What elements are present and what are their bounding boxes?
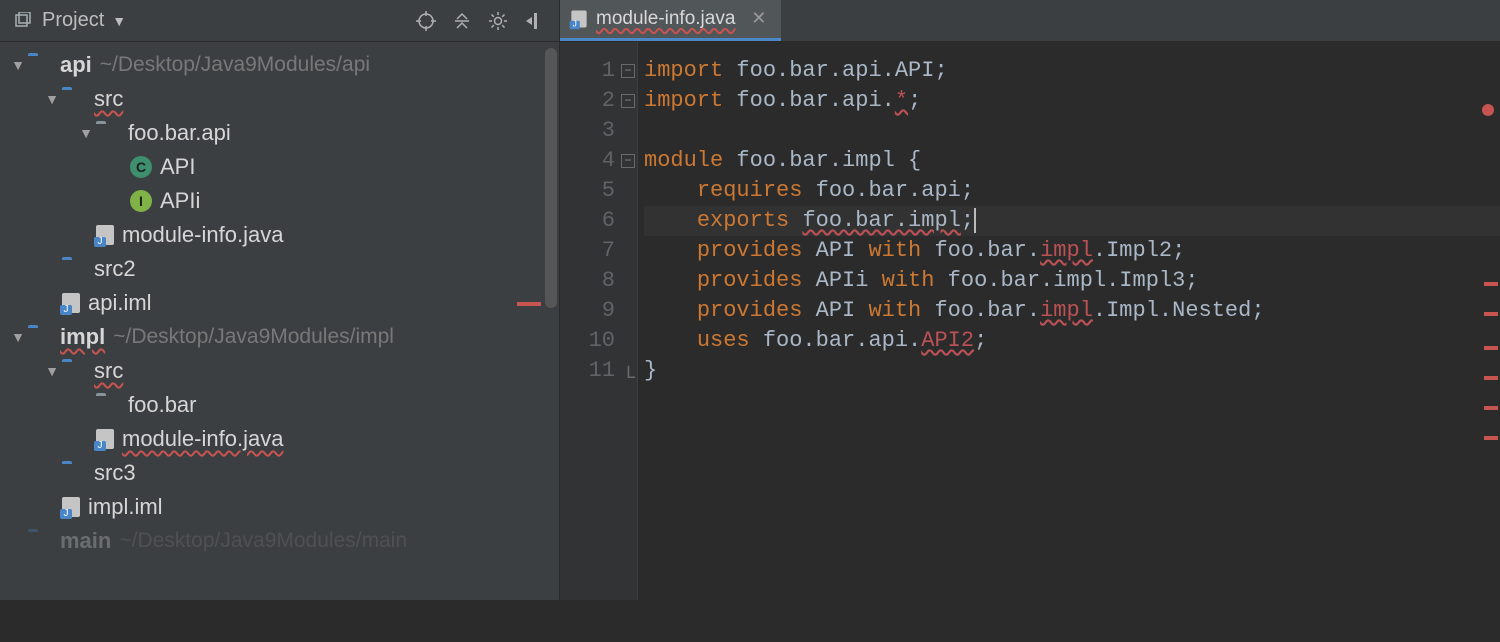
editor-tab-bar: J module-info.java ✕	[560, 0, 1500, 42]
tree-item-module-info-java[interactable]: Jmodule-info.java	[0, 422, 559, 456]
tree-item-src[interactable]: ▼src	[0, 82, 559, 116]
close-tab-icon[interactable]: ✕	[751, 8, 766, 29]
tree-item-apii[interactable]: IAPIi	[0, 184, 559, 218]
tab-label: module-info.java	[596, 8, 735, 30]
editor-tab[interactable]: J module-info.java ✕	[560, 0, 781, 41]
tree-item-src[interactable]: ▼src	[0, 354, 559, 388]
project-tool-window: Project ▼ ▼api~/Desktop/Java9Modules/api…	[0, 0, 560, 600]
chevron-down-icon[interactable]: ▼	[112, 13, 126, 29]
error-stripe-mark[interactable]	[1484, 436, 1498, 440]
project-header: Project ▼	[0, 0, 559, 42]
code-area[interactable]: import foo.bar.api.API;import foo.bar.ap…	[638, 42, 1500, 600]
tree-item-main[interactable]: main~/Desktop/Java9Modules/main	[0, 524, 559, 558]
tree-item-api[interactable]: ▼api~/Desktop/Java9Modules/api	[0, 48, 559, 82]
tree-item-api-iml[interactable]: Japi.iml	[0, 286, 559, 320]
error-stripe-mark[interactable]	[1484, 312, 1498, 316]
project-title[interactable]: Project	[42, 9, 104, 32]
error-stripe-mark[interactable]	[1484, 282, 1498, 286]
editor-panel: J module-info.java ✕ 1−2−34−567891011└ i…	[560, 0, 1500, 600]
error-stripe[interactable]	[1482, 84, 1498, 642]
tree-item-foo-bar[interactable]: foo.bar	[0, 388, 559, 422]
target-icon[interactable]	[415, 10, 437, 32]
tree-item-foo-bar-api[interactable]: ▼foo.bar.api	[0, 116, 559, 150]
tree-scrollbar[interactable]	[545, 48, 557, 588]
tree-item-src3[interactable]: src3	[0, 456, 559, 490]
tree-item-src2[interactable]: src2	[0, 252, 559, 286]
tree-item-impl-iml[interactable]: Jimpl.iml	[0, 490, 559, 524]
tree-item-api[interactable]: CAPI	[0, 150, 559, 184]
error-stripe-mark[interactable]	[1484, 406, 1498, 410]
error-stripe-mark[interactable]	[1484, 376, 1498, 380]
gear-icon[interactable]	[487, 10, 509, 32]
hide-icon[interactable]	[523, 10, 545, 32]
project-tree[interactable]: ▼api~/Desktop/Java9Modules/api▼src▼foo.b…	[0, 42, 559, 600]
tree-error-marker	[517, 302, 541, 306]
error-summary-icon[interactable]	[1482, 104, 1494, 116]
tree-item-module-info-java[interactable]: Jmodule-info.java	[0, 218, 559, 252]
tree-item-impl[interactable]: ▼impl~/Desktop/Java9Modules/impl	[0, 320, 559, 354]
project-view-icon[interactable]	[12, 10, 34, 32]
error-stripe-mark[interactable]	[1484, 346, 1498, 350]
line-gutter[interactable]: 1−2−34−567891011└	[560, 42, 638, 600]
collapse-all-icon[interactable]	[451, 10, 473, 32]
